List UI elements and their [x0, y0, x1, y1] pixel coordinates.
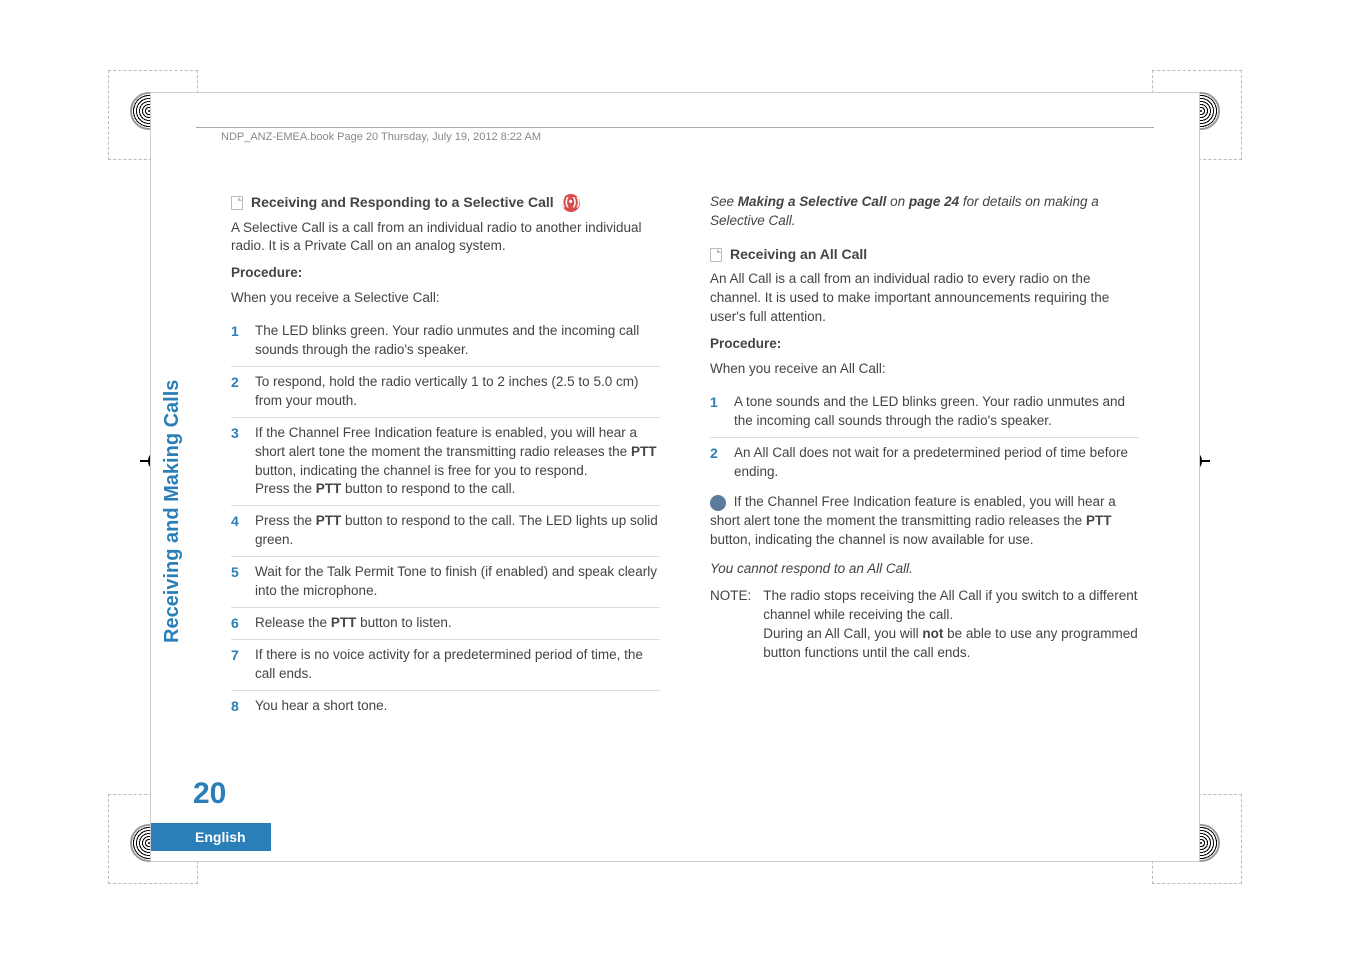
- content-area: Receiving and Responding to a Selective …: [231, 193, 1139, 801]
- info-note: If the Channel Free Indication feature i…: [710, 493, 1139, 550]
- page-frame: NDP_ANZ-EMEA.book Page 20 Thursday, July…: [150, 92, 1200, 862]
- procedure-when: When you receive a Selective Call:: [231, 289, 660, 308]
- step-text: Press the PTT button to respond to the c…: [255, 512, 660, 550]
- step-text: Wait for the Talk Permit Tone to finish …: [255, 563, 660, 601]
- note-line-1: The radio stops receiving the All Call i…: [763, 588, 1137, 622]
- note-label: NOTE:: [710, 587, 751, 663]
- sidebar-section-label: Receiving and Making Calls: [161, 380, 184, 643]
- note-block: NOTE: The radio stops receiving the All …: [710, 587, 1139, 663]
- list-item: 7 If there is no voice activity for a pre…: [231, 640, 660, 691]
- header-text: NDP_ANZ-EMEA.book Page 20 Thursday, July…: [221, 131, 541, 143]
- document-icon: [231, 196, 243, 210]
- see-reference: See Making a Selective Call on page 24 f…: [710, 193, 1139, 231]
- step-number: 1: [231, 322, 245, 360]
- language-label: English: [195, 829, 246, 845]
- see-link[interactable]: Making a Selective Call: [738, 194, 887, 209]
- note-body: The radio stops receiving the All Call i…: [763, 587, 1139, 663]
- step-text: An All Call does not wait for a predeter…: [734, 444, 1139, 482]
- procedure-when: When you receive an All Call:: [710, 360, 1139, 379]
- step-number: 8: [231, 697, 245, 717]
- antenna-icon: ((•)): [562, 194, 580, 212]
- step-text: To respond, hold the radio vertically 1 …: [255, 373, 660, 411]
- step-number: 2: [231, 373, 245, 411]
- section-heading-all-call: Receiving an All Call: [710, 245, 1139, 265]
- see-mid: on: [886, 194, 909, 209]
- see-prefix: See: [710, 194, 738, 209]
- list-item: 1 A tone sounds and the LED blinks green.…: [710, 387, 1139, 438]
- header-rule: [196, 127, 1154, 128]
- list-item: 4 Press the PTT button to respond to the …: [231, 506, 660, 557]
- list-item: 3If the Channel Free Indication feature …: [231, 418, 660, 507]
- step-number: 1: [710, 393, 724, 431]
- step-number: 5: [231, 563, 245, 601]
- step-number: 4: [231, 512, 245, 550]
- step-text: The LED blinks green. Your radio unmutes…: [255, 322, 660, 360]
- list-item: 8 You hear a short tone.: [231, 691, 660, 723]
- intro-text: An All Call is a call from an individual…: [710, 270, 1139, 327]
- right-column: See Making a Selective Call on page 24 f…: [710, 193, 1139, 801]
- step-number: 6: [231, 614, 245, 634]
- steps-list: 1 A tone sounds and the LED blinks green.…: [710, 387, 1139, 488]
- intro-text: A Selective Call is a call from an indiv…: [231, 219, 660, 257]
- see-page[interactable]: page 24: [909, 194, 959, 209]
- list-item: 1 The LED blinks green. Your radio unmute…: [231, 316, 660, 367]
- step-number: 3: [231, 424, 245, 500]
- step-number: 2: [710, 444, 724, 482]
- section-heading-selective-call: Receiving and Responding to a Selective …: [231, 193, 660, 213]
- step-number: 7: [231, 646, 245, 684]
- list-item: 2 An All Call does not wait for a predete…: [710, 438, 1139, 488]
- list-item: 5 Wait for the Talk Permit Tone to finish…: [231, 557, 660, 608]
- step-text: Release the PTT button to listen.: [255, 614, 660, 634]
- note-line-2b: not: [922, 626, 943, 641]
- info-icon: [710, 495, 726, 511]
- list-item: 6 Release the PTT button to listen.: [231, 608, 660, 641]
- note-line-2a: During an All Call, you will: [763, 626, 922, 641]
- procedure-label: Procedure:: [710, 335, 1139, 354]
- steps-list: 1 The LED blinks green. Your radio unmute…: [231, 316, 660, 723]
- step-text: You hear a short tone.: [255, 697, 660, 717]
- left-column: Receiving and Responding to a Selective …: [231, 193, 660, 801]
- step-text: If there is no voice activity for a pred…: [255, 646, 660, 684]
- cannot-respond-text: You cannot respond to an All Call.: [710, 560, 1139, 579]
- heading-text: Receiving an All Call: [730, 245, 867, 265]
- heading-text: Receiving and Responding to a Selective …: [251, 193, 554, 213]
- step-text: A tone sounds and the LED blinks green. …: [734, 393, 1139, 431]
- procedure-label: Procedure:: [231, 264, 660, 283]
- document-icon: [710, 248, 722, 262]
- page-number: 20: [193, 777, 226, 811]
- step-text: If the Channel Free Indication feature i…: [255, 424, 660, 500]
- list-item: 2 To respond, hold the radio vertically 1…: [231, 367, 660, 418]
- language-bar: English: [151, 823, 271, 851]
